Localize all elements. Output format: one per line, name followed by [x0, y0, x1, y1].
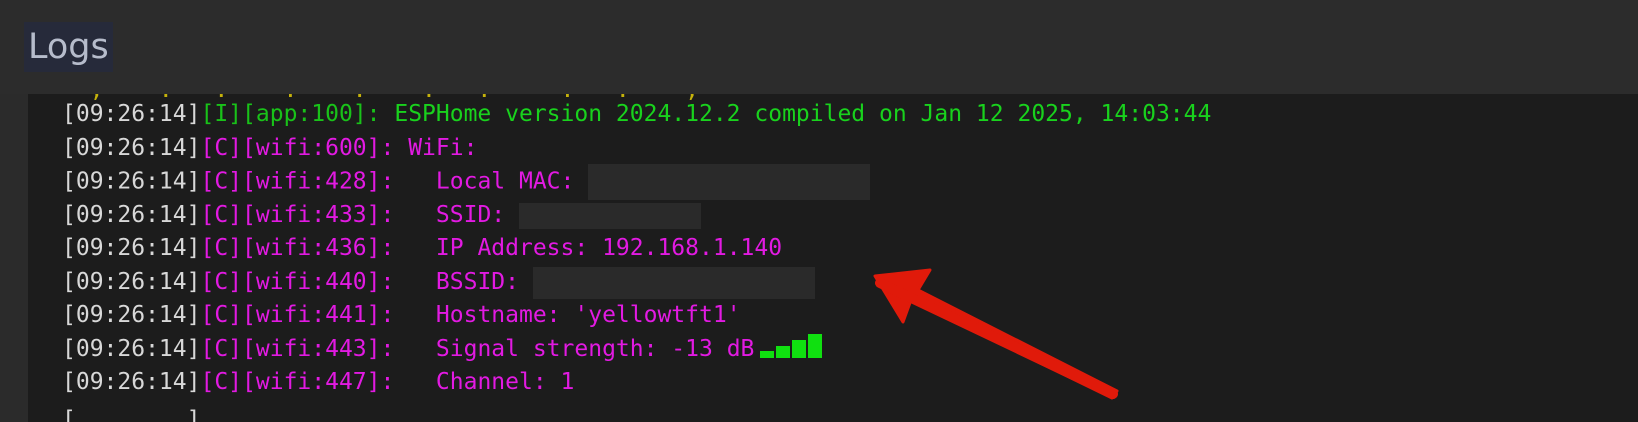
log-output[interactable]: , . . . . . . . . , [09:26:14][I][app:10… — [28, 94, 1638, 422]
log-line: [09:26:14][C][wifi:436]: IP Address: 192… — [62, 231, 782, 266]
log-message: BSSID: — [394, 269, 533, 295]
log-timestamp: [09:26:14] — [62, 369, 201, 395]
redacted-mac-address — [588, 164, 871, 200]
log-timestamp: [09:26:14] — [62, 202, 201, 228]
log-line: [09:26:14][I][app:100]: ESPHome version … — [62, 97, 1211, 132]
redacted-bssid — [532, 266, 815, 299]
log-timestamp: [09:26:14] — [62, 135, 201, 161]
log-tag: [I][app:100]: — [200, 101, 381, 127]
log-line: [09:26:14][C][wifi:428]: Local MAC: — [62, 164, 871, 200]
log-line: [09:26:14][C][wifi:443]: Signal strength… — [62, 332, 823, 367]
logs-header: Logs — [0, 0, 1638, 94]
log-tag: [C][wifi:600]: — [200, 135, 395, 161]
log-timestamp: [09:26:14] — [62, 235, 201, 261]
log-timestamp: [09:26:14] — [62, 269, 201, 295]
log-line: [09:26:14][C][wifi:433]: SSID: — [62, 198, 701, 233]
log-timestamp: [09:26:14] — [62, 101, 201, 127]
signal-strength-icon — [760, 332, 823, 358]
clipped-log-line-bottom: [ . ] . . . — [62, 407, 409, 422]
page-title: Logs — [24, 22, 113, 72]
redacted-ssid — [518, 202, 701, 229]
log-message: ESPHome version 2024.12.2 compiled on Ja… — [380, 101, 1212, 127]
log-line: [09:26:14][C][wifi:447]: Channel: 1 — [62, 365, 574, 400]
log-timestamp: [09:26:14] — [62, 336, 201, 362]
log-message: Local MAC: — [394, 168, 589, 195]
log-message: IP Address: 192.168.1.140 — [394, 235, 783, 261]
log-timestamp: [09:26:14] — [62, 302, 201, 328]
log-message: Hostname: 'yellowtft1' — [394, 302, 741, 328]
log-message: Signal strength: -13 dB — [394, 336, 755, 362]
log-tag: [C][wifi:441]: — [200, 302, 395, 328]
log-tag: [C][wifi:428]: — [200, 168, 395, 195]
log-message: WiFi: — [394, 135, 478, 161]
log-tag: [C][wifi:436]: — [200, 235, 395, 261]
log-tag: [C][wifi:440]: — [200, 269, 395, 295]
log-tag: [C][wifi:433]: — [200, 202, 395, 228]
log-message: Channel: 1 — [394, 369, 575, 395]
log-message: SSID: — [394, 202, 519, 228]
log-line: [09:26:14][C][wifi:441]: Hostname: 'yell… — [62, 298, 741, 333]
log-line: [09:26:14][C][wifi:440]: BSSID: — [62, 265, 815, 300]
log-tag: [C][wifi:447]: — [200, 369, 395, 395]
log-line: [09:26:14][C][wifi:600]: WiFi: — [62, 131, 477, 166]
log-timestamp: [09:26:14] — [62, 168, 201, 195]
log-tag: [C][wifi:443]: — [200, 336, 395, 362]
